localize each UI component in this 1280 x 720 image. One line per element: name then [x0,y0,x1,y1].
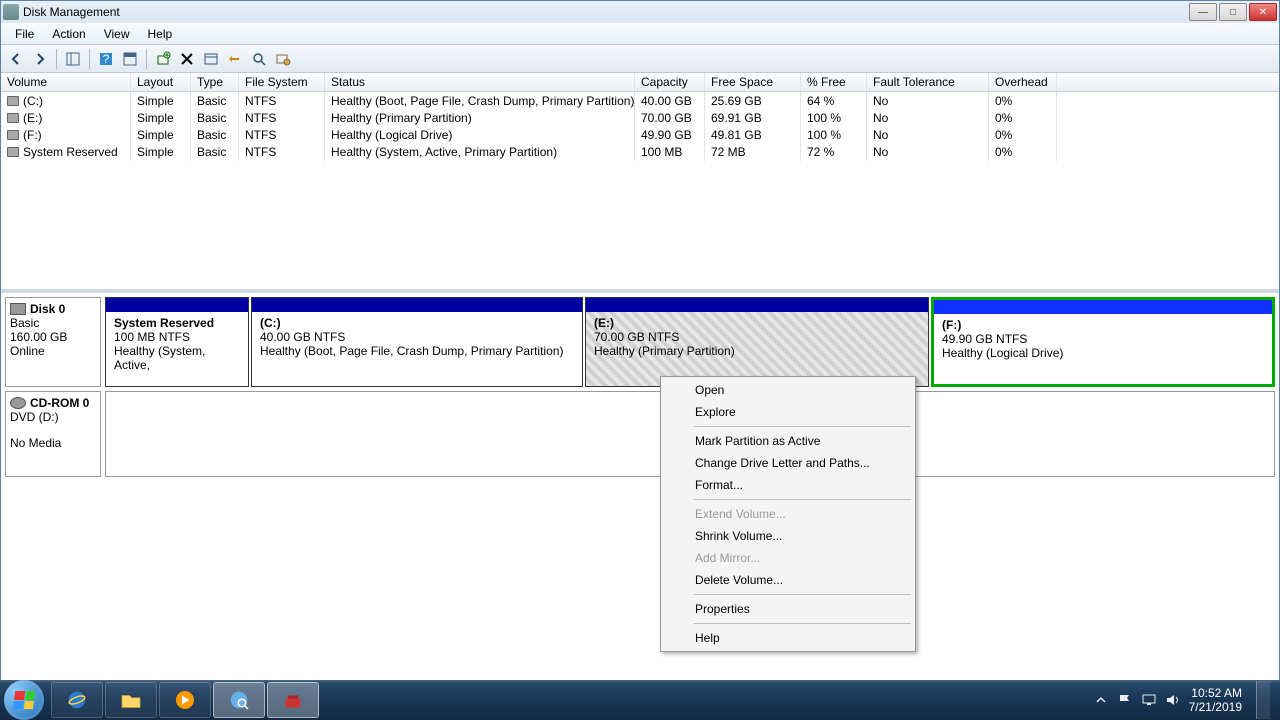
start-button[interactable] [4,680,44,720]
disk0-label[interactable]: Disk 0 Basic 160.00 GB Online [5,297,101,387]
taskbar-app2[interactable] [267,682,319,718]
back-button[interactable] [5,48,27,70]
table-row[interactable]: (C:)SimpleBasicNTFSHealthy (Boot, Page F… [1,92,1279,109]
context-item: Add Mirror... [663,547,913,569]
partition-e[interactable]: (E:) 70.00 GB NTFS Healthy (Primary Part… [585,297,929,387]
col-capacity[interactable]: Capacity [635,73,705,91]
menu-file[interactable]: File [7,25,42,43]
context-item: Extend Volume... [663,503,913,525]
minimize-button[interactable]: — [1189,3,1217,21]
rescan-button[interactable] [224,48,246,70]
forward-button[interactable] [29,48,51,70]
context-item[interactable]: Delete Volume... [663,569,913,591]
volume-icon [7,96,19,106]
tray-flag-icon[interactable] [1117,692,1133,708]
cdrom0-label[interactable]: CD-ROM 0 DVD (D:) No Media [5,391,101,477]
svg-text:?: ? [103,52,110,66]
window-title: Disk Management [23,5,1189,19]
col-overhead[interactable]: Overhead [989,73,1057,91]
disk0-type: Basic [10,316,96,330]
refresh-button[interactable] [200,48,222,70]
disk-management-window: Disk Management — □ ✕ File Action View H… [0,0,1280,720]
col-volume[interactable]: Volume [1,73,131,91]
view-settings-button[interactable] [119,48,141,70]
col-fault[interactable]: Fault Tolerance [867,73,989,91]
cdrom-icon [10,397,26,409]
context-menu[interactable]: OpenExplore Mark Partition as ActiveChang… [660,376,916,652]
context-item[interactable]: Mark Partition as Active [663,430,913,452]
context-item[interactable]: Properties [663,598,913,620]
partition-system-reserved[interactable]: System Reserved 100 MB NTFS Healthy (Sys… [105,297,249,387]
volume-list[interactable]: Volume Layout Type File System Status Ca… [1,73,1279,293]
taskbar[interactable]: 10:52 AM 7/21/2019 [0,680,1280,720]
context-item[interactable]: Open [663,379,913,401]
partition-f[interactable]: (F:) 49.90 GB NTFS Healthy (Logical Driv… [931,297,1275,387]
col-type[interactable]: Type [191,73,239,91]
find-button[interactable] [248,48,270,70]
taskbar-clock[interactable]: 10:52 AM 7/21/2019 [1189,686,1242,714]
menu-help[interactable]: Help [140,25,181,43]
volume-icon [7,147,19,157]
volume-icon [7,130,19,140]
context-item[interactable]: Format... [663,474,913,496]
help-button[interactable]: ? [95,48,117,70]
disk-row-disk0: Disk 0 Basic 160.00 GB Online System Res… [5,297,1275,387]
cdrom0-type: DVD (D:) [10,410,96,424]
system-tray[interactable]: 10:52 AM 7/21/2019 [1093,681,1276,719]
tray-network-icon[interactable] [1141,692,1157,708]
context-item[interactable]: Shrink Volume... [663,525,913,547]
menu-view[interactable]: View [96,25,138,43]
disk0-size: 160.00 GB [10,330,96,344]
show-hide-console-tree-button[interactable] [62,48,84,70]
taskbar-media-player[interactable] [159,682,211,718]
taskbar-app1[interactable] [213,682,265,718]
volume-list-header: Volume Layout Type File System Status Ca… [1,73,1279,92]
taskbar-explorer[interactable] [105,682,157,718]
disk-icon [10,303,26,315]
disk0-state: Online [10,344,96,358]
maximize-button[interactable]: □ [1219,3,1247,21]
table-row[interactable]: System ReservedSimpleBasicNTFSHealthy (S… [1,143,1279,160]
table-row[interactable]: (E:)SimpleBasicNTFSHealthy (Primary Part… [1,109,1279,126]
cdrom0-name: CD-ROM 0 [30,396,89,410]
create-vhd-button[interactable] [152,48,174,70]
col-layout[interactable]: Layout [131,73,191,91]
close-button[interactable]: ✕ [1249,3,1277,21]
disk-map: Disk 0 Basic 160.00 GB Online System Res… [1,293,1279,681]
disk-row-cdrom0: CD-ROM 0 DVD (D:) No Media [5,391,1275,477]
volume-icon [7,113,19,123]
partition-c[interactable]: (C:) 40.00 GB NTFS Healthy (Boot, Page F… [251,297,583,387]
col-freespace[interactable]: Free Space [705,73,801,91]
toolbar: ? [1,45,1279,73]
titlebar[interactable]: Disk Management — □ ✕ [1,1,1279,23]
col-filesystem[interactable]: File System [239,73,325,91]
menu-action[interactable]: Action [44,25,93,43]
context-item[interactable]: Change Drive Letter and Paths... [663,452,913,474]
col-pctfree[interactable]: % Free [801,73,867,91]
menubar: File Action View Help [1,23,1279,45]
delete-button[interactable] [176,48,198,70]
show-desktop-button[interactable] [1256,681,1270,719]
disk0-name: Disk 0 [30,302,65,316]
context-item[interactable]: Help [663,627,913,649]
cdrom0-state: No Media [10,436,96,450]
settings-button[interactable] [272,48,294,70]
context-item[interactable]: Explore [663,401,913,423]
tray-chevron-icon[interactable] [1093,692,1109,708]
col-status[interactable]: Status [325,73,635,91]
app-icon [3,4,19,20]
taskbar-ie[interactable] [51,682,103,718]
table-row[interactable]: (F:)SimpleBasicNTFSHealthy (Logical Driv… [1,126,1279,143]
tray-volume-icon[interactable] [1165,692,1181,708]
